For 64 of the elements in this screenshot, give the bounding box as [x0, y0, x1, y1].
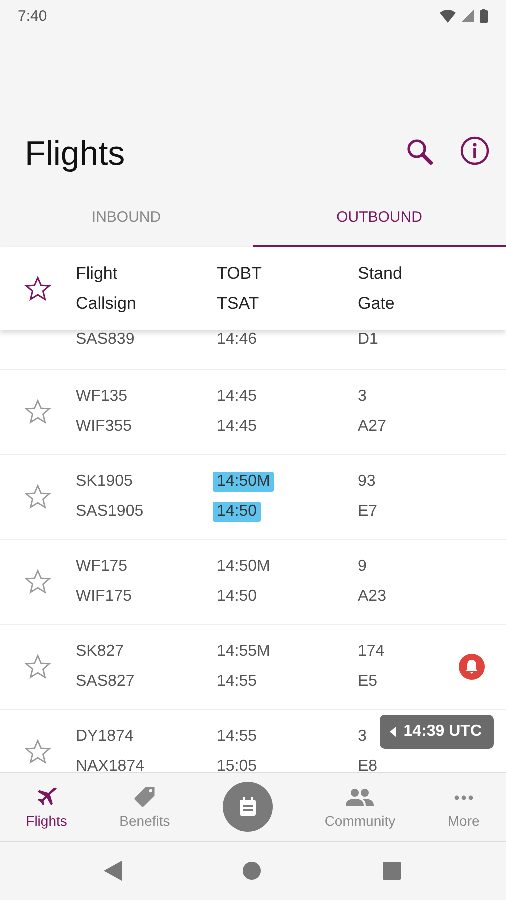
table-cell-text: SAS827 [75, 672, 136, 692]
table-cell-text: DY1874 [75, 727, 135, 747]
nav-item[interactable]: Flights [26, 785, 68, 829]
info-icon[interactable] [460, 136, 490, 166]
search-icon[interactable] [406, 138, 434, 166]
signal-icon [462, 10, 474, 22]
table-cell-text: 14:45 [216, 387, 258, 407]
table-cell-text: 3 [357, 727, 368, 747]
nav-item[interactable]: More [448, 785, 480, 829]
table-cell-text: 14:45 [216, 417, 258, 437]
star-icon[interactable] [24, 653, 52, 681]
star-icon[interactable] [24, 738, 52, 766]
column-header: Callsign [76, 294, 136, 314]
column-header: TSAT [217, 294, 260, 314]
column-header: TOBT [217, 264, 262, 284]
star-icon[interactable] [24, 483, 52, 511]
table-cell-text: 15:05 [216, 757, 258, 772]
star-icon[interactable] [24, 274, 52, 302]
table-cell-text: 3 [357, 387, 368, 407]
star-icon[interactable] [24, 568, 52, 596]
battery-icon [480, 9, 488, 23]
wifi-icon [440, 10, 456, 22]
table-cell: 14:50M [213, 472, 274, 492]
utc-time: 14:39 UTC [404, 723, 482, 741]
table-cell-text: E8 [357, 757, 379, 772]
nav-item[interactable]: Benefits [120, 785, 170, 829]
table-cell-text: 93 [357, 472, 377, 492]
table-cell-text: 14:50M [216, 557, 272, 577]
back-icon[interactable] [104, 861, 122, 881]
status-time: 7:40 [18, 8, 48, 24]
table-cell-text: A27 [357, 417, 388, 437]
table-cell-text: 14:50 [216, 587, 258, 607]
table-cell-text: SK1905 [75, 472, 134, 492]
table-cell-text: E7 [357, 502, 379, 522]
page-title: Flights [25, 135, 126, 174]
table-cell-text: 14:55 [216, 672, 258, 692]
table-cell-text: NAX1874 [75, 757, 146, 772]
table-cell-text: WF135 [75, 387, 129, 407]
table-cell-text: WIF355 [75, 417, 134, 437]
star-icon[interactable] [24, 398, 52, 426]
recents-icon[interactable] [382, 861, 402, 881]
more-icon [452, 795, 475, 801]
home-icon[interactable] [242, 861, 262, 881]
table-cell-text: E5 [357, 672, 379, 692]
tab[interactable]: INBOUND [0, 190, 253, 247]
nav-item[interactable]: Community [324, 785, 396, 829]
table-cell-text: SK827 [75, 642, 126, 662]
table-cell-text: SAS1905 [75, 502, 145, 522]
bell-icon[interactable] [458, 653, 486, 681]
column-header: Flight [76, 264, 118, 284]
column-header: Gate [358, 294, 395, 314]
table-cell: 14:50 [213, 502, 262, 522]
table-cell-text: WIF175 [75, 587, 134, 607]
table-cell-text: WF175 [75, 557, 129, 577]
table-cell-text: 9 [357, 557, 368, 577]
table-cell-text: 174 [357, 642, 386, 662]
table-cell-text: A23 [357, 587, 388, 607]
caret-icon [390, 727, 396, 737]
table-cell-text: 14:55 [216, 727, 258, 747]
table-cell-text: D1 [357, 330, 380, 350]
column-header: Stand [358, 264, 402, 284]
table-cell-text: 14:46 [216, 330, 258, 350]
table-cell-text: 14:55M [216, 642, 272, 662]
table-cell-text: SAS839 [75, 330, 136, 350]
